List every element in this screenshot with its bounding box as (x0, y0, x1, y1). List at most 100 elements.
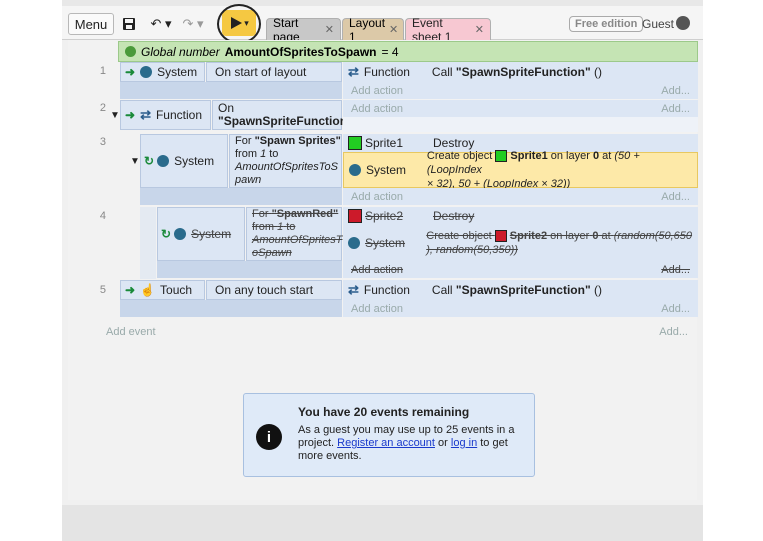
event-object-cell[interactable]: ➜ ☝ Touch (120, 280, 205, 300)
condition-cell[interactable]: For "SpawnRed" from 1 to AmountOfSprites… (246, 207, 342, 261)
save-icon[interactable] (120, 13, 138, 35)
trigger-arrow-icon: ➜ (125, 283, 136, 297)
trigger-arrow-icon: ➜ (125, 65, 136, 79)
highlight-circle (217, 4, 261, 44)
tab-layout-1[interactable]: Layout 1 ✕ (342, 16, 404, 44)
object-name: System (191, 227, 232, 241)
add-action-row[interactable]: Add action Add... (343, 261, 698, 278)
function-icon: ⇄ (140, 107, 151, 122)
function-icon: ⇄ (348, 64, 359, 79)
cond-prefix: For (252, 208, 269, 220)
menu-button[interactable]: Menu (68, 13, 114, 35)
condition-cell[interactable]: On any touch start (206, 280, 342, 300)
redo-icon[interactable]: ↷ ▾ (180, 13, 206, 35)
object-name: System (174, 154, 215, 168)
global-variable-row[interactable]: Global number AmountOfSpritesToSpawn = 4 (118, 41, 698, 62)
add-action-link[interactable]: Add action (351, 264, 403, 276)
notice-body: As a guest you may use up to 25 events i… (298, 424, 515, 462)
event-block-spacer (120, 82, 342, 99)
action-object: Sprite2 (365, 209, 404, 223)
toolbar: Menu ↶ ▾ ↷ ▾ ▾ Start page ✕ Layout 1 ✕ E… (62, 4, 703, 44)
action-text: Create object Sprite1 on layer 0 at (50 … (426, 150, 640, 190)
object-name: Touch (160, 283, 193, 297)
event-number: 1 (99, 65, 106, 77)
add-action-link[interactable]: Add action (351, 103, 403, 115)
sprite-thumbnail-icon (348, 136, 362, 150)
loop-icon: ↻ (144, 154, 155, 168)
events-remaining-notice: i You have 20 events remaining As a gues… (243, 393, 535, 477)
cond-end-2: oSpawn (252, 247, 292, 259)
system-gear-icon (157, 155, 170, 167)
action-row[interactable]: System Create object Sprite2 on layer 0 … (343, 225, 698, 261)
event-object-cell[interactable]: ➜ System (120, 62, 205, 82)
object-name: Function (155, 108, 202, 122)
action-row[interactable]: ⇄ Function Call "SpawnSpriteFunction" () (343, 280, 698, 300)
condition-cell[interactable]: On start of layout (206, 62, 342, 82)
user-icon[interactable] (676, 16, 690, 30)
action-object: Function (363, 283, 410, 297)
action-verb: Destroy (433, 136, 475, 150)
globe-icon (125, 46, 136, 57)
add-more-link[interactable]: Add... (661, 103, 690, 115)
action-row[interactable]: Sprite2 Destroy (343, 207, 698, 225)
system-gear-icon (349, 164, 361, 176)
add-more-link[interactable]: Add... (661, 85, 690, 97)
action-row-selected[interactable]: System Create object Sprite1 on layer 0 … (343, 150, 698, 190)
collapse-toggle-icon[interactable]: ▼ (110, 110, 120, 121)
collapse-toggle-icon[interactable]: ▼ (130, 156, 140, 167)
add-more-link[interactable]: Add... (659, 326, 688, 338)
global-name: AmountOfSpritesToSpawn (224, 44, 377, 59)
event-object-cell[interactable]: ➜ ⇄ Function (120, 100, 211, 130)
register-link[interactable]: Register an account (337, 437, 435, 449)
action-object: System (366, 163, 407, 177)
cond-to: to (286, 221, 296, 233)
cond-from: from (235, 148, 257, 160)
condition-cell[interactable]: For "Spawn Sprites" from 1 to AmountOfSp… (229, 134, 342, 188)
tab-event-sheet-1[interactable]: Event sheet 1 ✕ (405, 16, 491, 44)
object-name: System (157, 65, 198, 79)
undo-icon[interactable]: ↶ ▾ (148, 13, 174, 35)
system-gear-icon (348, 237, 360, 249)
action-arg: "SpawnSpriteFunction" (455, 283, 591, 297)
action-row[interactable]: ⇄ Function Call "SpawnSpriteFunction" () (343, 62, 698, 82)
action-verb: Destroy (433, 209, 475, 223)
event-object-cell[interactable]: ↻ System (157, 207, 245, 261)
add-more-link[interactable]: Add... (661, 264, 690, 276)
global-value: = 4 (381, 44, 399, 59)
action-verb: Call (431, 65, 453, 79)
add-more-link[interactable]: Add... (661, 191, 690, 203)
add-action-link[interactable]: Add action (351, 191, 403, 203)
action-arg: "SpawnSpriteFunction" (455, 65, 591, 79)
add-action-row[interactable]: Add action Add... (343, 100, 698, 117)
condition-cell[interactable]: On "SpawnSpriteFunction" (212, 100, 353, 130)
event-sheet: Global number AmountOfSpritesToSpawn = 4… (68, 40, 698, 500)
add-event-row[interactable]: Add event Add... (106, 324, 696, 340)
action-verb: Call (431, 283, 453, 297)
cond-end-2: pawn (235, 174, 262, 186)
add-action-row[interactable]: Add action Add... (343, 188, 698, 205)
event-number: 2 (99, 102, 106, 114)
tab-start-page[interactable]: Start page ✕ (266, 16, 341, 44)
close-icon[interactable]: ✕ (475, 23, 484, 36)
event-object-cell[interactable]: ↻ System (140, 134, 228, 188)
function-icon: ⇄ (348, 282, 359, 297)
close-icon[interactable]: ✕ (325, 23, 334, 36)
cond-name: "SpawnRed" (271, 208, 339, 220)
add-action-link[interactable]: Add action (351, 303, 403, 315)
action-object: Function (363, 65, 410, 79)
event-block-spacer (140, 188, 342, 205)
app-window: Menu ↶ ▾ ↷ ▾ ▾ Start page ✕ Layout 1 ✕ E… (62, 0, 703, 541)
close-icon[interactable]: ✕ (389, 23, 398, 36)
event-number: 5 (99, 284, 106, 296)
add-event-link[interactable]: Add event (106, 326, 156, 338)
cond-to: to (269, 148, 279, 160)
action-tail: () (593, 65, 602, 79)
free-edition-badge[interactable]: Free edition (569, 16, 644, 32)
info-icon: i (256, 424, 282, 450)
bottom-bar (62, 505, 703, 541)
add-action-row[interactable]: Add action Add... (343, 300, 698, 317)
add-action-row[interactable]: Add action Add... (343, 82, 698, 99)
add-more-link[interactable]: Add... (661, 303, 690, 315)
login-link[interactable]: log in (451, 437, 477, 449)
add-action-link[interactable]: Add action (351, 85, 403, 97)
